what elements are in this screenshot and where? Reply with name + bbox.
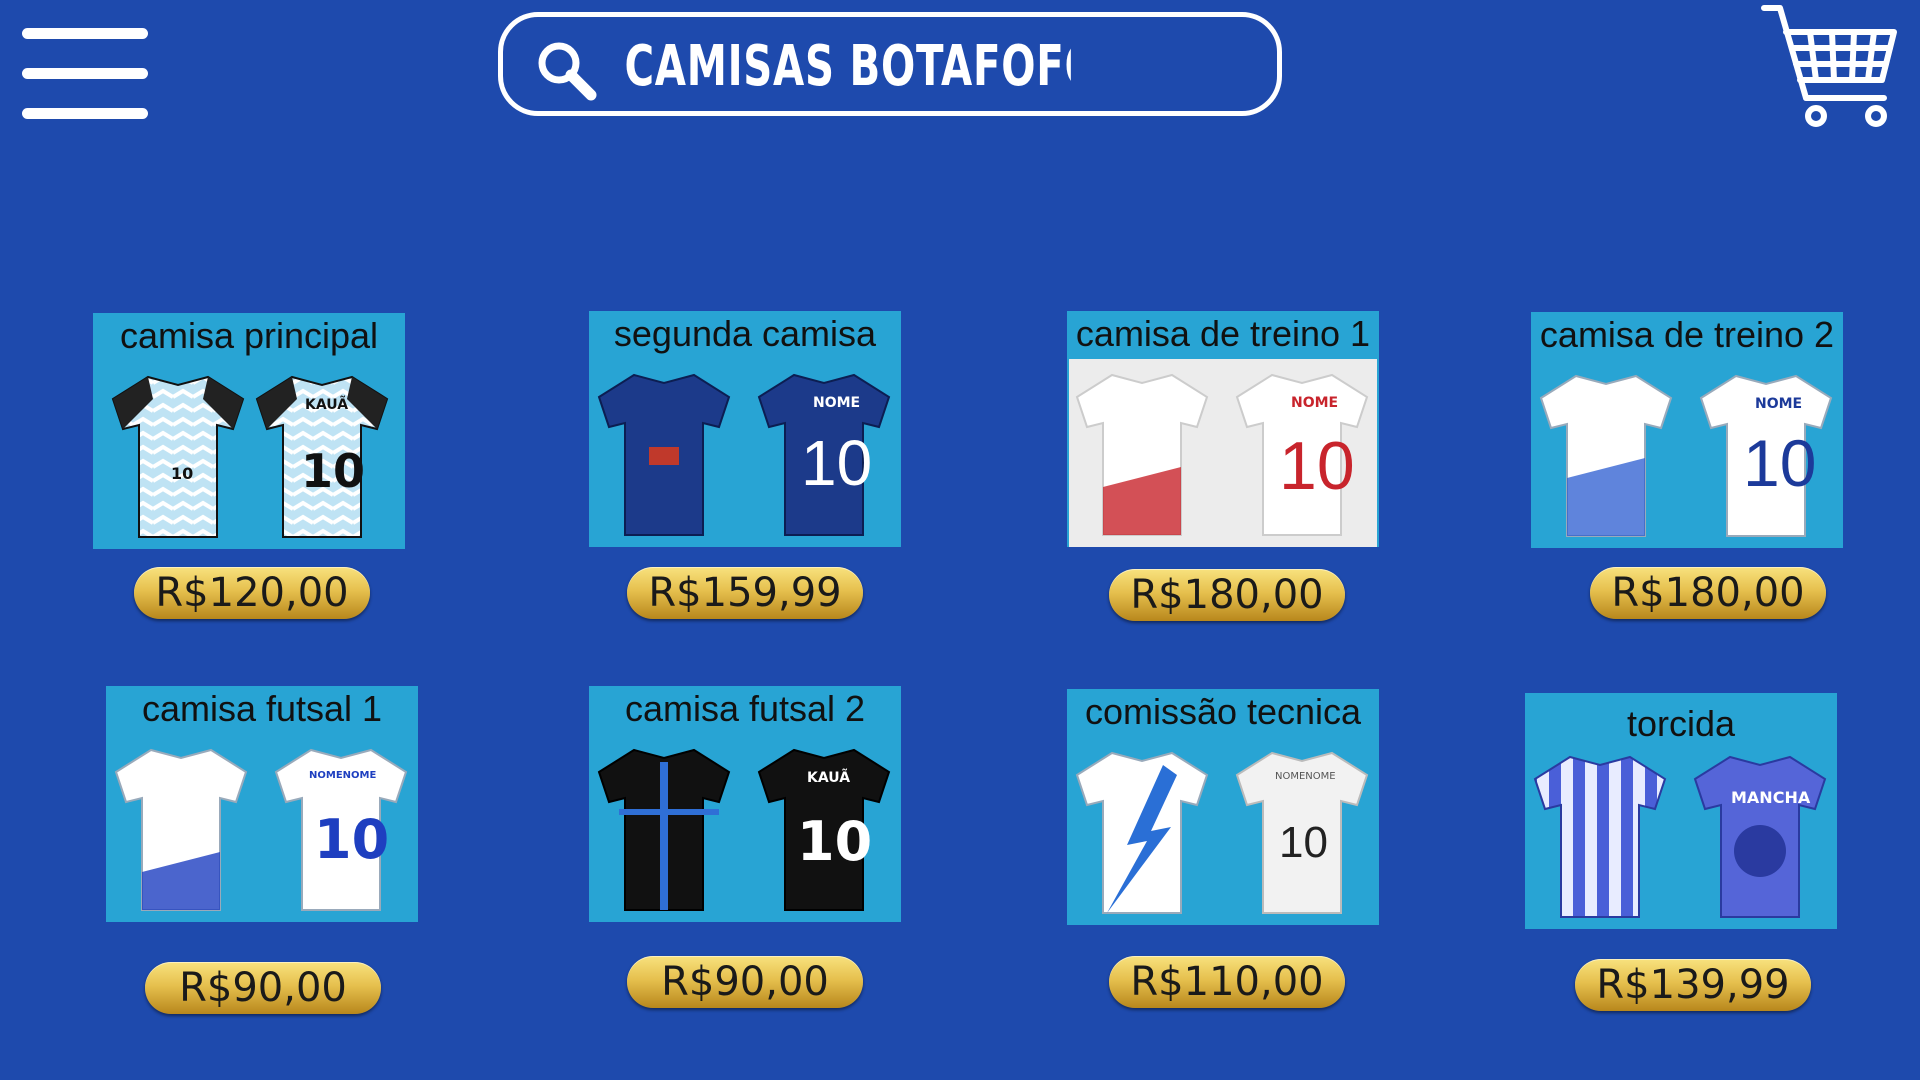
jersey-image: MANCHA xyxy=(1533,755,1827,918)
product-card[interactable]: camisa de treino 2 NOME 10 xyxy=(1531,312,1843,548)
price-badge[interactable]: R$180,00 xyxy=(1109,569,1345,621)
jersey-image: NOMENOME 10 xyxy=(114,748,408,911)
jersey-image: KAUÃ 10 xyxy=(597,748,891,911)
product-title: camisa principal xyxy=(119,315,379,356)
svg-text:NOME: NOME xyxy=(1291,395,1338,411)
shopping-cart-icon[interactable] xyxy=(1760,2,1900,130)
jersey-image: NOME 10 xyxy=(1069,359,1377,547)
price-badge[interactable]: R$90,00 xyxy=(627,956,863,1008)
price-badge[interactable]: R$90,00 xyxy=(145,962,381,1014)
jersey-image: 10 KAUÃ 10 xyxy=(111,375,389,538)
svg-text:NOMENOME: NOMENOME xyxy=(309,770,376,781)
jersey-image: NOME 10 xyxy=(1539,374,1833,537)
product-title: camisa futsal 2 xyxy=(624,688,866,729)
svg-text:10: 10 xyxy=(314,808,389,871)
svg-text:10: 10 xyxy=(1279,428,1355,504)
product-card[interactable]: segunda camisa NOME 10 xyxy=(589,311,901,547)
svg-text:10: 10 xyxy=(801,427,872,499)
product-card[interactable]: torcida MANCHA xyxy=(1525,693,1837,929)
product-card[interactable]: camisa de treino 1 NOME 10 xyxy=(1067,311,1379,547)
product-card[interactable]: comissão tecnica NOMENOME 10 xyxy=(1067,689,1379,925)
product-card[interactable]: camisa futsal 2 KAUÃ 10 xyxy=(589,686,901,922)
product-title: camisa de treino 2 xyxy=(1539,314,1835,355)
product-card[interactable]: camisa principal 10 KAUÃ 10 xyxy=(93,313,405,549)
price-badge[interactable]: R$120,00 xyxy=(134,567,370,619)
search-bar[interactable] xyxy=(498,12,1282,116)
product-title: comissão tecnica xyxy=(1084,691,1362,732)
svg-text:NOME: NOME xyxy=(813,395,860,411)
svg-text:10: 10 xyxy=(1279,818,1328,867)
price-badge[interactable]: R$110,00 xyxy=(1109,956,1345,1008)
svg-text:MANCHA: MANCHA xyxy=(1731,788,1811,807)
product-card[interactable]: camisa futsal 1 NOMENOME 10 xyxy=(106,686,418,922)
svg-text:10: 10 xyxy=(1743,426,1816,500)
product-title: segunda camisa xyxy=(613,313,877,354)
svg-text:KAUÃ: KAUÃ xyxy=(807,769,850,786)
search-icon[interactable] xyxy=(533,37,599,103)
svg-text:10: 10 xyxy=(301,444,365,498)
jersey-image: NOME 10 xyxy=(597,373,891,536)
svg-text:10: 10 xyxy=(171,464,193,483)
search-input[interactable] xyxy=(623,27,1073,105)
svg-text:NOME: NOME xyxy=(1755,396,1802,412)
price-badge[interactable]: R$159,99 xyxy=(627,567,863,619)
product-title: camisa futsal 1 xyxy=(141,688,383,729)
price-badge[interactable]: R$139,99 xyxy=(1575,959,1811,1011)
jersey-image: NOMENOME 10 xyxy=(1075,751,1369,914)
product-title: camisa de treino 1 xyxy=(1075,313,1371,354)
price-badge[interactable]: R$180,00 xyxy=(1590,567,1826,619)
svg-text:10: 10 xyxy=(797,810,872,873)
svg-text:KAUÃ: KAUÃ xyxy=(305,396,348,413)
hamburger-menu-icon[interactable] xyxy=(22,28,148,120)
svg-text:NOMENOME: NOMENOME xyxy=(1275,771,1336,782)
